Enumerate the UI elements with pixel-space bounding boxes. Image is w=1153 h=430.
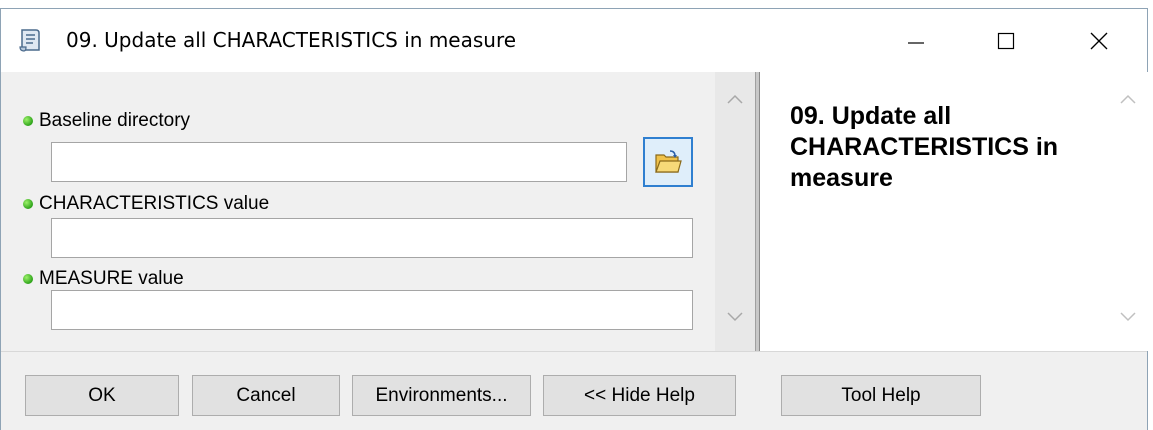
- script-tool-icon: [17, 27, 43, 53]
- scroll-up-icon[interactable]: [727, 94, 743, 104]
- required-dot-icon: [23, 274, 33, 284]
- characteristics-value-label: CHARACTERISTICS value: [23, 193, 269, 215]
- open-folder-icon: [655, 150, 682, 173]
- scroll-down-icon[interactable]: [1120, 312, 1136, 322]
- browse-folder-button[interactable]: [643, 137, 693, 187]
- cancel-button[interactable]: Cancel: [192, 375, 340, 416]
- title-bar[interactable]: 09. Update all CHARACTERISTICS in measur…: [1, 9, 1147, 72]
- help-pane: 09. Update all CHARACTERISTICS in measur…: [760, 72, 1148, 351]
- help-title: 09. Update all CHARACTERISTICS in measur…: [790, 102, 1059, 192]
- help-scrollbar[interactable]: [1108, 72, 1148, 351]
- scroll-down-icon[interactable]: [727, 312, 743, 322]
- environments-button[interactable]: Environments...: [352, 375, 531, 416]
- measure-value-input[interactable]: [51, 290, 693, 330]
- required-dot-icon: [23, 199, 33, 209]
- hide-help-button[interactable]: << Hide Help: [543, 375, 736, 416]
- minimize-icon: [908, 41, 924, 44]
- parameters-scrollbar[interactable]: [715, 72, 755, 351]
- scroll-up-icon[interactable]: [1120, 94, 1136, 104]
- tool-help-button[interactable]: Tool Help: [781, 375, 981, 416]
- baseline-directory-input[interactable]: [51, 142, 627, 182]
- parameters-pane: Baseline directory CHARACTERISTICS value…: [1, 72, 755, 351]
- baseline-directory-label: Baseline directory: [23, 110, 190, 132]
- tool-dialog-window: 09. Update all CHARACTERISTICS in measur…: [0, 8, 1148, 430]
- close-icon: [1090, 32, 1108, 49]
- button-bar: OK Cancel Environments... << Hide Help T…: [1, 351, 1147, 430]
- maximize-button[interactable]: [961, 9, 1051, 72]
- measure-value-label: MEASURE value: [23, 268, 184, 290]
- required-dot-icon: [23, 116, 33, 126]
- characteristics-value-input[interactable]: [51, 218, 693, 258]
- window-title: 09. Update all CHARACTERISTICS in measur…: [66, 28, 517, 52]
- minimize-button[interactable]: [871, 9, 961, 72]
- close-button[interactable]: [1054, 9, 1144, 72]
- maximize-icon: [997, 32, 1015, 49]
- ok-button[interactable]: OK: [25, 375, 179, 416]
